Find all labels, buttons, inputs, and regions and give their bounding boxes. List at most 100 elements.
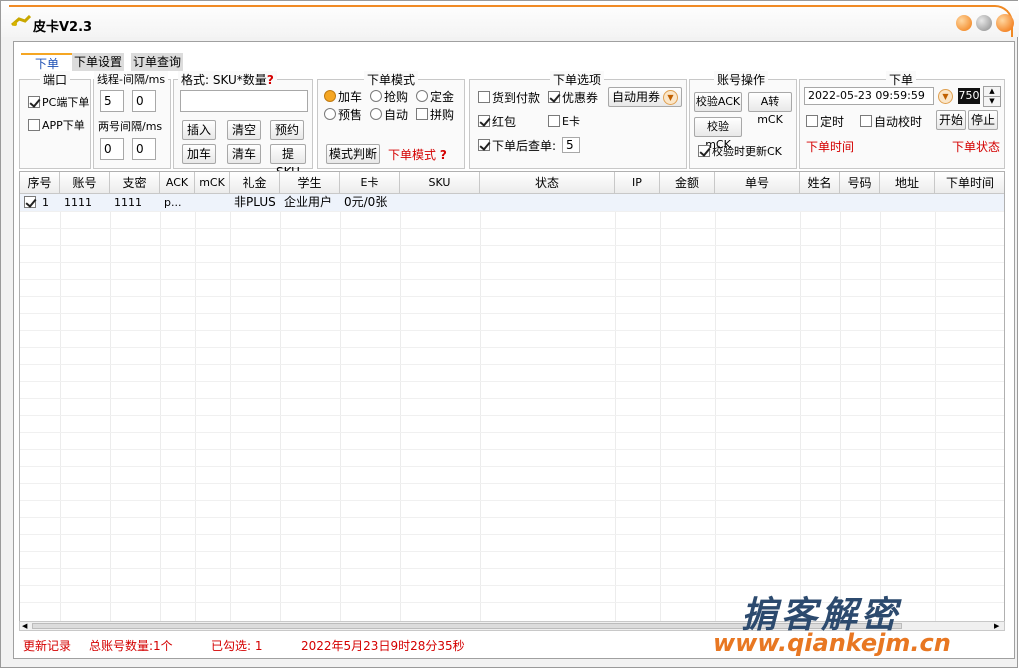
mode-label-add-cart: 加车 [338,90,363,104]
row-ip [615,194,660,211]
stop-button[interactable]: 停止 [968,110,998,130]
mode-radio-presale[interactable] [324,108,336,120]
mode-radio-auto[interactable] [370,108,382,120]
ecard-checkbox[interactable] [548,115,560,127]
port-panel: 端口 PC端下单 APP下单 [19,71,91,169]
mode-label-auto: 自动 [384,108,409,122]
tab-order-query[interactable]: 订单查询 [131,53,184,71]
col-header-account[interactable]: 账号 [60,172,110,194]
table-row[interactable]: 1 1111 1111 p... 非PLUS 企业用户 0元/0张 [20,194,1004,211]
reserve-button[interactable]: 预约 [270,120,304,140]
row-ecard: 0元/0张 [344,195,388,209]
col-header-ack[interactable]: ACK [160,172,195,194]
account-panel: 账号操作 校验ACK A转mCK 校验mCK 校验时更新CK [689,71,797,169]
ms-spin-down[interactable]: ▼ [983,96,1001,107]
thread-panel: 线程-间隔/ms 5 0 两号间隔/ms 0 0 [93,71,171,169]
total-accounts-text: 总账号数量:1个 [89,639,173,653]
check-after-order-input[interactable]: 5 [562,137,580,153]
window-title: 皮卡V2.3 [33,20,93,35]
col-header-index[interactable]: 序号 [20,172,60,194]
thread-count-input[interactable]: 5 [100,90,124,112]
two-interval-label: 两号间隔/ms [98,120,163,133]
row-order-no [715,194,800,211]
redpack-checkbox[interactable] [478,115,490,127]
col-header-address[interactable]: 地址 [880,172,935,194]
close-button[interactable] [996,14,1014,32]
row-account: 1111 [64,196,92,209]
update-log-link[interactable]: 更新记录 [23,637,71,654]
insert-button[interactable]: 插入 [182,120,216,140]
clear-cart-button[interactable]: 清车 [227,144,261,164]
tab-order-settings[interactable]: 下单设置 [72,53,125,71]
col-header-status[interactable]: 状态 [480,172,615,194]
order-time-label: 下单时间 [806,140,855,154]
col-header-paypwd[interactable]: 支密 [110,172,160,194]
col-header-gift[interactable]: 礼金 [230,172,280,194]
timer-checkbox[interactable] [806,115,818,127]
clear-button[interactable]: 清空 [227,120,261,140]
col-header-ecard[interactable]: E卡 [340,172,400,194]
two-interval-input-2[interactable]: 0 [132,138,156,160]
scroll-right-arrow[interactable]: ▶ [994,622,1002,630]
app-icon [11,15,31,27]
group-buy-label: 拼购 [430,108,455,122]
port-panel-title: 端口 [40,71,71,88]
auto-sync-time-label: 自动校时 [874,115,923,129]
row-student: 企业用户 [284,195,333,209]
ms-value-display[interactable]: 750 [958,88,980,104]
mode-radio-snap[interactable] [370,90,382,102]
verify-mck-button[interactable]: 校验mCK [694,117,742,151]
col-header-name[interactable]: 姓名 [800,172,840,194]
verify-ack-button[interactable]: 校验ACK [694,92,742,112]
coupon-checkbox[interactable] [548,91,560,103]
col-header-mck[interactable]: mCK [195,172,230,194]
cod-label: 货到付款 [492,91,541,105]
cod-checkbox[interactable] [478,91,490,103]
thread-panel-title: 线程-间隔/ms [94,71,169,87]
col-header-order-time[interactable]: 下单时间 [935,172,1004,194]
datetime-picker-icon[interactable]: ▼ [938,89,953,104]
two-interval-input-1[interactable]: 0 [100,138,124,160]
col-header-sku[interactable]: SKU [400,172,480,194]
watermark-url: www.qiankejm.cn [713,629,951,657]
start-button[interactable]: 开始 [936,110,966,130]
col-header-phone[interactable]: 号码 [840,172,880,194]
pc-order-checkbox[interactable] [28,96,40,108]
order-datetime-input[interactable]: 2022-05-23 09:59:59 [804,87,934,105]
group-buy-checkbox[interactable] [416,108,428,120]
row-paypwd: 1111 [114,196,142,209]
update-ck-checkbox[interactable] [698,145,710,157]
auto-coupon-label: 自动用券 [612,90,661,104]
col-header-ip[interactable]: IP [615,172,660,194]
col-header-amount[interactable]: 金额 [660,172,715,194]
add-cart-button[interactable]: 加车 [182,144,216,164]
scroll-left-arrow[interactable]: ◀ [22,622,30,630]
check-after-order-checkbox[interactable] [478,139,490,151]
sku-input[interactable] [180,90,308,112]
title-bar[interactable]: 皮卡V2.3 [1,1,1019,37]
format-help-icon[interactable]: ? [267,73,274,87]
thread-interval-input[interactable]: 0 [132,90,156,112]
mode-label-deposit: 定金 [430,90,455,104]
options-panel-title: 下单选项 [550,71,605,88]
app-order-checkbox[interactable] [28,119,40,131]
mode-judge-button[interactable]: 模式判断 [326,144,380,164]
ack-to-mck-button[interactable]: A转mCK [748,92,792,126]
mode-radio-add-cart[interactable] [324,90,336,102]
col-header-student[interactable]: 学生 [280,172,340,194]
maximize-button[interactable] [976,15,992,31]
order-panel: 下单 2022-05-23 09:59:59 ▼ 750 ▲ ▼ 定时 自动校时… [799,71,1005,169]
auto-sync-time-checkbox[interactable] [860,115,872,127]
submit-sku-button[interactable]: 提SKU [270,144,306,179]
row-select-checkbox[interactable] [24,196,36,208]
mode-help-icon[interactable]: ? [440,148,447,162]
auto-coupon-dropdown[interactable]: 自动用券 ▼ [608,87,682,107]
tab-order[interactable]: 下单 [21,53,73,73]
minimize-button[interactable] [956,15,972,31]
col-header-order-no[interactable]: 单号 [715,172,800,194]
format-title-text: 格式: SKU*数量 [181,73,267,87]
update-ck-label: 校验时更新CK [712,145,782,158]
pc-order-label: PC端下单 [42,96,90,109]
mode-radio-deposit[interactable] [416,90,428,102]
app-order-label: APP下单 [42,119,85,132]
